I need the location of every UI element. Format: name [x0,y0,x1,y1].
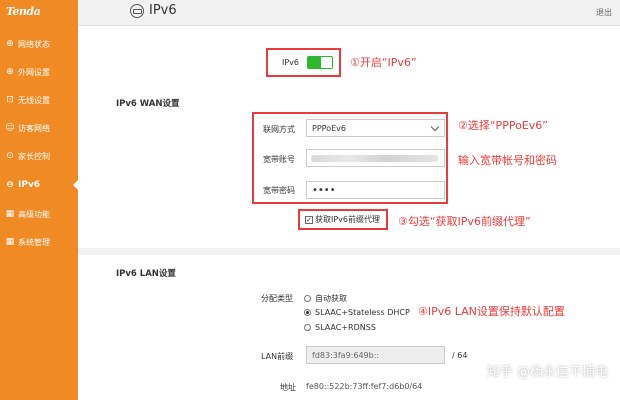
ipv6-toggle-highlight: IPv6 [266,48,341,77]
chevron-down-icon [430,122,440,132]
sidebar-item-system[interactable]: ▦ 系统管理 [0,228,78,256]
sidebar-item-wan-settings[interactable]: ⊕ 外网设置 [0,58,78,86]
page-title: IPv6 [149,3,177,18]
radio-slaac-rdnss[interactable]: SLAAC+RDNSS [304,323,376,332]
address-value: fe80::522b:73ff:fef7:d6b0/64 [306,382,423,391]
globe-icon: ⊕ [6,39,14,49]
account-input[interactable] [306,149,445,167]
password-input[interactable]: •••• [306,181,445,199]
account-label: 宽带账号 [263,155,295,164]
radio-button[interactable] [304,324,311,331]
wifi-icon: ⊡ [6,95,14,105]
address-label: 地址 [280,383,296,392]
sidebar-item-parental-control[interactable]: ⊙ 家长控制 [0,142,78,170]
lan-prefix-length: / 64 [452,351,468,360]
radio-auto[interactable]: 自动获取 [304,293,347,304]
sidebar-item-wireless[interactable]: ⊡ 无线设置 [0,86,78,114]
sidebar-item-guest-network[interactable]: ☺ 访客网络 [0,114,78,142]
sidebar-item-ipv6[interactable]: ⊖ IPv6 [0,171,78,199]
grid-icon: ▦ [5,209,15,219]
ipv6-toggle-label: IPv6 [282,58,300,67]
radio-slaac-stateless-dhcp[interactable]: SLAAC+Stateless DHCP [304,308,410,317]
lan-prefix-input: fd83:3fa9:649b:: [306,346,445,364]
annotation-step1: ①开启“IPv6” [350,56,417,69]
watermark: 知乎 @杨永信不插电 [486,365,608,380]
lan-section-title: IPv6 LAN设置 [116,269,176,279]
radio-button[interactable] [304,295,311,302]
prefix-delegation-checkbox[interactable]: ✓ [305,215,313,224]
radio-button-selected[interactable] [304,309,311,316]
annotation-step3: ③勾选“获取IPv6前缀代理” [398,215,531,228]
password-label: 宽带密码 [263,186,295,195]
blurred-account-value [311,155,438,162]
guest-icon: ☺ [5,123,15,133]
assignment-type-label: 分配类型 [261,294,293,303]
connection-type-select[interactable]: PPPoEv6 [306,119,445,137]
annotation-step4: ④IPv6 LAN设置保持默认配置 [418,305,565,318]
ipv6-icon: ⊖ [6,180,14,190]
logout-link[interactable]: 退出 [596,7,612,18]
sidebar-item-advanced[interactable]: ▦ 高级功能 [0,200,78,228]
tenda-logo: Tenda [6,5,41,18]
prefix-delegation-highlight: ✓ 获取IPv6前缀代理 [298,209,388,230]
header: IPv6 退出 [78,0,620,26]
sidebar-item-network-status[interactable]: ⊕ 网络状态 [0,30,78,58]
annotation-step2: ②选择“PPPoEv6” [458,119,548,132]
lan-prefix-label: LAN前缀 [261,352,294,361]
main-panel: IPv6 退出 IPv6 ①开启“IPv6” IPv6 WAN设置 联网方式 P… [78,0,620,400]
ipv6-toggle-switch[interactable] [307,56,334,69]
wan-section-title: IPv6 WAN设置 [116,99,180,109]
ipv6-icon [130,4,144,18]
settings-icon: ▦ [5,237,15,247]
section-divider [78,248,620,255]
globe-icon: ⊕ [6,67,14,77]
sidebar: Tenda ⊕ 网络状态 ⊕ 外网设置 ⊡ 无线设置 ☺ 访客网络 ⊙ 家长控制 ⊖ IPv… [0,0,78,400]
connection-type-label: 联网方式 [263,125,295,134]
prefix-delegation-label: 获取IPv6前缀代理 [315,215,381,224]
parental-icon: ⊙ [6,151,14,161]
annotation-step2-credentials: 输入宽带帐号和密码 [458,154,557,167]
